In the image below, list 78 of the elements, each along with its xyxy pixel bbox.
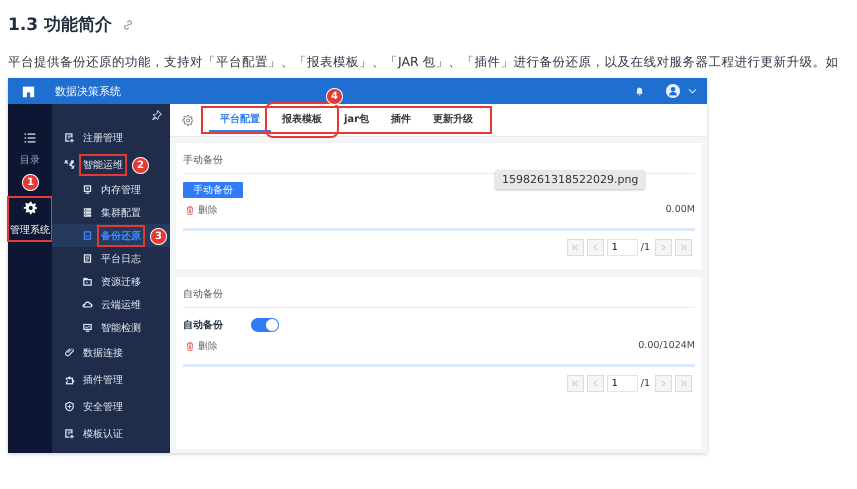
nav-subitem[interactable]: 资源迁移 [52,270,170,293]
page-total: /1 [640,378,650,389]
nav-subitem[interactable]: 备份还原 3 [52,224,170,247]
puzzle-icon [64,374,75,385]
chevron-left-icon [592,380,599,387]
delete-button[interactable]: 删除 [183,204,218,217]
app-title: 数据决策系统 [55,84,121,98]
avatar-icon[interactable] [666,84,680,98]
document-icon [82,253,93,264]
settings-icon[interactable] [182,114,193,126]
last-page-icon [680,380,687,387]
previous-page-button[interactable] [586,375,604,392]
server-icon [82,207,93,218]
card-title: 手动备份 [183,154,224,168]
card-title: 自动备份 [183,288,224,302]
chevron-down-icon[interactable] [688,88,697,94]
toggle-switch[interactable] [251,318,279,332]
chip-icon [82,184,93,195]
last-page-button[interactable] [675,375,692,392]
form-icon [64,428,75,439]
chevron-left-icon [592,244,599,251]
next-page-button[interactable] [655,375,672,392]
logo-icon [22,84,35,98]
shield-icon [64,401,75,412]
first-page-button[interactable] [566,239,584,256]
step-badge: 1 [22,174,39,191]
nav-subitem[interactable]: 内存管理 [52,178,170,201]
storage-size: 0.00/1024M [638,340,695,351]
first-page-button[interactable] [566,375,584,392]
step-badge: 3 [150,228,167,244]
tools-icon [64,159,75,170]
delete-button[interactable]: 删除 [183,340,218,353]
next-page-button[interactable] [655,239,672,256]
trash-icon [186,206,194,215]
nav-item[interactable]: 数据连接 [52,339,170,366]
form-icon [64,132,75,143]
section-heading: 1.3 功能简介 [8,14,112,36]
last-page-icon [680,244,687,251]
storage-size: 0.00M [666,204,695,215]
page-input[interactable]: 1 [606,239,638,256]
toggle-label: 自动备份 [183,318,224,332]
rail-item[interactable]: 目录 [19,128,41,170]
first-page-icon [572,380,579,387]
nav-item[interactable]: 安全管理 [52,393,170,420]
paperclip-icon [64,347,75,358]
nav-subitem[interactable]: 智能检测 [52,316,170,339]
settings-icon [23,201,37,215]
trash-icon [186,342,194,351]
nav-item[interactable]: 插件管理 [52,366,170,393]
first-page-icon [572,244,579,251]
nav-item[interactable]: 智能运维 2 [52,151,170,178]
pin-icon[interactable] [152,110,162,120]
cloud-icon [82,299,93,310]
tab[interactable]: 平台配置 [209,108,271,132]
previous-page-button[interactable] [586,239,604,256]
page-total: /1 [640,242,650,253]
tab[interactable]: 插件 [380,108,422,132]
manual-backup-button[interactable]: 手动备份 [183,182,243,198]
nav-item[interactable]: 注册管理 [52,124,170,151]
bell-icon[interactable] [635,86,644,96]
nav-item[interactable]: 模板认证 [52,420,170,447]
nav-subitem[interactable]: 云端运维 [52,293,170,316]
folder-icon [82,276,93,287]
tab[interactable]: jar包 [333,108,380,132]
intro-paragraph: 平台提供备份还原的功能，支持对「平台配置」、「报表模板」、「JAR 包」、「插件」进行备份还原，以及在线对服务器工程进行更新升级。如 [8,54,840,71]
link-icon[interactable] [122,19,134,31]
chevron-right-icon [660,380,667,387]
nav-subitem[interactable]: 集群配置 [52,201,170,224]
step-badge: 2 [132,156,149,174]
file-name-tooltip: 1598261318522029.png [495,170,646,189]
list-icon [23,131,37,145]
monitor-icon [82,322,93,333]
tab[interactable]: 更新升级 [422,108,484,132]
document-icon [82,230,93,241]
nav-subitem[interactable]: 平台日志 [52,247,170,270]
last-page-button[interactable] [675,239,692,256]
page-input[interactable]: 1 [606,375,638,392]
chevron-right-icon [660,244,667,251]
